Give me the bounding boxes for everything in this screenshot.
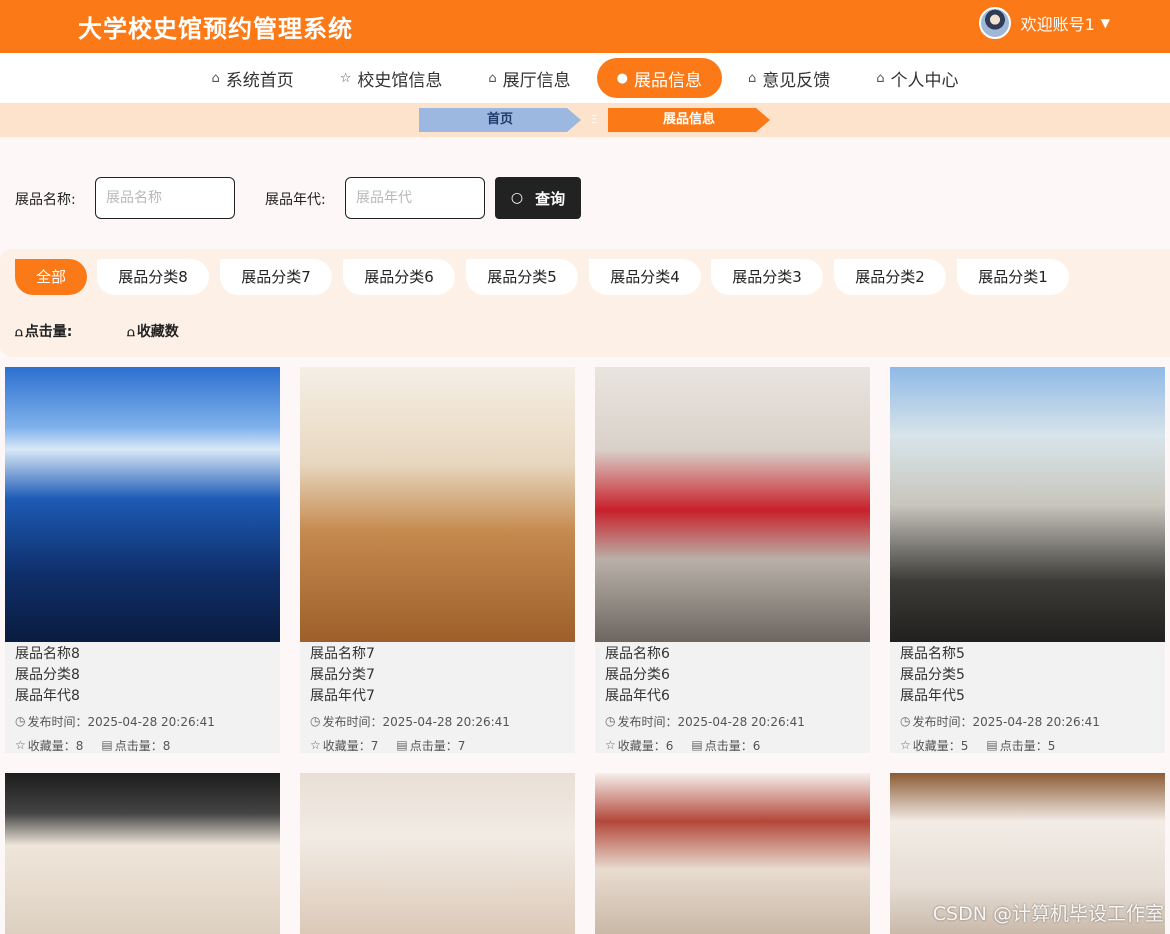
category-2[interactable]: 展品分类2 (834, 259, 946, 295)
home-icon: ⌂ (876, 70, 885, 86)
card-stats: ☆ 收藏量：6 ▤ 点击量：6 (605, 738, 761, 753)
star-icon: ☆ (310, 738, 321, 752)
nav-item-museum-info[interactable]: ☆ 校史馆信息 (320, 58, 463, 98)
breadcrumb: 首页 Ξ 展品信息 (0, 103, 1170, 137)
category-4[interactable]: 展品分类4 (589, 259, 701, 295)
search-form: 展品名称: 展品年代: ○ 查询 (0, 177, 1170, 219)
search-icon: ○ (510, 190, 524, 206)
category-5[interactable]: 展品分类5 (466, 259, 578, 295)
category-6[interactable]: 展品分类6 (343, 259, 455, 295)
nav-item-profile[interactable]: ⌂ 个人中心 (856, 58, 978, 98)
document-icon: ▤ (691, 738, 703, 752)
exhibit-name-input[interactable] (95, 177, 235, 219)
info-icon: ● (616, 70, 628, 86)
publish-time: ◷ 发布时间：2025-04-28 20:26:41 (900, 714, 1100, 729)
exhibit-image[interactable] (5, 773, 280, 934)
breadcrumb-current: 展品信息 (608, 108, 770, 132)
exhibit-image[interactable] (595, 367, 870, 642)
home-icon: ⌂ (748, 70, 757, 86)
sort-by-favorites[interactable]: ⩍ 收藏数 (127, 321, 179, 341)
card-stats: ☆ 收藏量：8 ▤ 点击量：8 (15, 738, 171, 753)
bag-icon: ⌂ (488, 70, 497, 86)
avatar[interactable] (978, 7, 1011, 39)
exhibit-era: 展品年代8 (15, 688, 80, 704)
publish-time: ◷ 发布时间：2025-04-28 20:26:41 (15, 714, 215, 729)
exhibit-card[interactable]: 展品名称5 展品分类5 展品年代5 ◷ 发布时间：2025-04-28 20:26… (890, 367, 1165, 753)
category-8[interactable]: 展品分类8 (97, 259, 209, 295)
exhibit-category: 展品分类5 (900, 667, 965, 683)
document-icon: ▤ (396, 738, 408, 752)
star-icon: ☆ (15, 738, 26, 752)
category-all[interactable]: 全部 (15, 259, 87, 295)
era-label: 展品年代: (265, 192, 326, 208)
breadcrumb-separator-icon: Ξ (590, 113, 598, 126)
exhibit-name: 展品名称6 (605, 646, 670, 662)
nav-item-home[interactable]: ⌂ 系统首页 (191, 58, 313, 98)
exhibit-category: 展品分类7 (310, 667, 375, 683)
exhibit-name: 展品名称7 (310, 646, 375, 662)
main-nav: ⌂ 系统首页 ☆ 校史馆信息 ⌂ 展厅信息 ● 展品信息 ⌂ 意见反馈 ⌂ 个人… (0, 53, 1170, 103)
exhibit-era: 展品年代6 (605, 688, 670, 704)
star-icon: ☆ (339, 70, 352, 86)
document-icon: ▤ (986, 738, 998, 752)
exhibit-card[interactable]: 展品名称6 展品分类6 展品年代6 ◷ 发布时间：2025-04-28 20:26… (595, 367, 870, 753)
chart-icon: ⩍ (15, 325, 23, 339)
nav-item-hall-info[interactable]: ⌂ 展厅信息 (468, 58, 590, 98)
breadcrumb-home[interactable]: 首页 (419, 108, 581, 132)
exhibit-era-input[interactable] (345, 177, 485, 219)
home-icon: ⌂ (211, 70, 220, 86)
publish-time: ◷ 发布时间：2025-04-28 20:26:41 (310, 714, 510, 729)
exhibit-image[interactable] (300, 773, 575, 934)
chart-icon: ⩍ (127, 325, 135, 339)
clock-icon: ◷ (15, 714, 26, 728)
category-7[interactable]: 展品分类7 (220, 259, 332, 295)
exhibit-name: 展品名称8 (15, 646, 80, 662)
user-menu[interactable]: 欢迎账号1 ▼ (978, 7, 1110, 39)
exhibit-name: 展品名称5 (900, 646, 965, 662)
nav-item-feedback[interactable]: ⌂ 意见反馈 (728, 58, 850, 98)
exhibit-category: 展品分类8 (15, 667, 80, 683)
nav-item-exhibit-info[interactable]: ● 展品信息 (596, 58, 722, 98)
chevron-down-icon[interactable]: ▼ (1101, 16, 1110, 30)
exhibit-card[interactable] (5, 773, 280, 934)
exhibit-image[interactable] (890, 367, 1165, 642)
query-button[interactable]: ○ 查询 (495, 177, 581, 219)
exhibit-category: 展品分类6 (605, 667, 670, 683)
name-label: 展品名称: (15, 192, 76, 208)
exhibit-card[interactable] (595, 773, 870, 934)
clock-icon: ◷ (900, 714, 911, 728)
exhibit-card[interactable] (300, 773, 575, 934)
exhibit-image[interactable] (595, 773, 870, 934)
exhibit-card[interactable]: 展品名称7 展品分类7 展品年代7 ◷ 发布时间：2025-04-28 20:26… (300, 367, 575, 753)
category-3[interactable]: 展品分类3 (711, 259, 823, 295)
star-icon: ☆ (605, 738, 616, 752)
top-header: 大学校史馆预约管理系统 欢迎账号1 ▼ (0, 0, 1170, 53)
exhibit-card[interactable]: 展品名称8 展品分类8 展品年代8 ◷ 发布时间：2025-04-28 20:26… (5, 367, 280, 753)
clock-icon: ◷ (310, 714, 321, 728)
document-icon: ▤ (101, 738, 113, 752)
exhibit-image[interactable] (5, 367, 280, 642)
card-stats: ☆ 收藏量：7 ▤ 点击量：7 (310, 738, 466, 753)
sort-by-clicks[interactable]: ⩍ 点击量: (15, 321, 72, 341)
category-1[interactable]: 展品分类1 (957, 259, 1069, 295)
card-stats: ☆ 收藏量：5 ▤ 点击量：5 (900, 738, 1056, 753)
watermark: CSDN @计算机毕设工作室 (932, 903, 1164, 925)
star-icon: ☆ (900, 738, 911, 752)
publish-time: ◷ 发布时间：2025-04-28 20:26:41 (605, 714, 805, 729)
exhibit-era: 展品年代7 (310, 688, 375, 704)
exhibit-image[interactable] (300, 367, 575, 642)
welcome-text[interactable]: 欢迎账号1 (1021, 11, 1095, 35)
exhibit-era: 展品年代5 (900, 688, 965, 704)
app-title: 大学校史馆预约管理系统 (78, 15, 353, 43)
clock-icon: ◷ (605, 714, 616, 728)
filter-panel: 全部 展品分类8 展品分类7 展品分类6 展品分类5 展品分类4 展品分类3 展… (0, 249, 1170, 357)
